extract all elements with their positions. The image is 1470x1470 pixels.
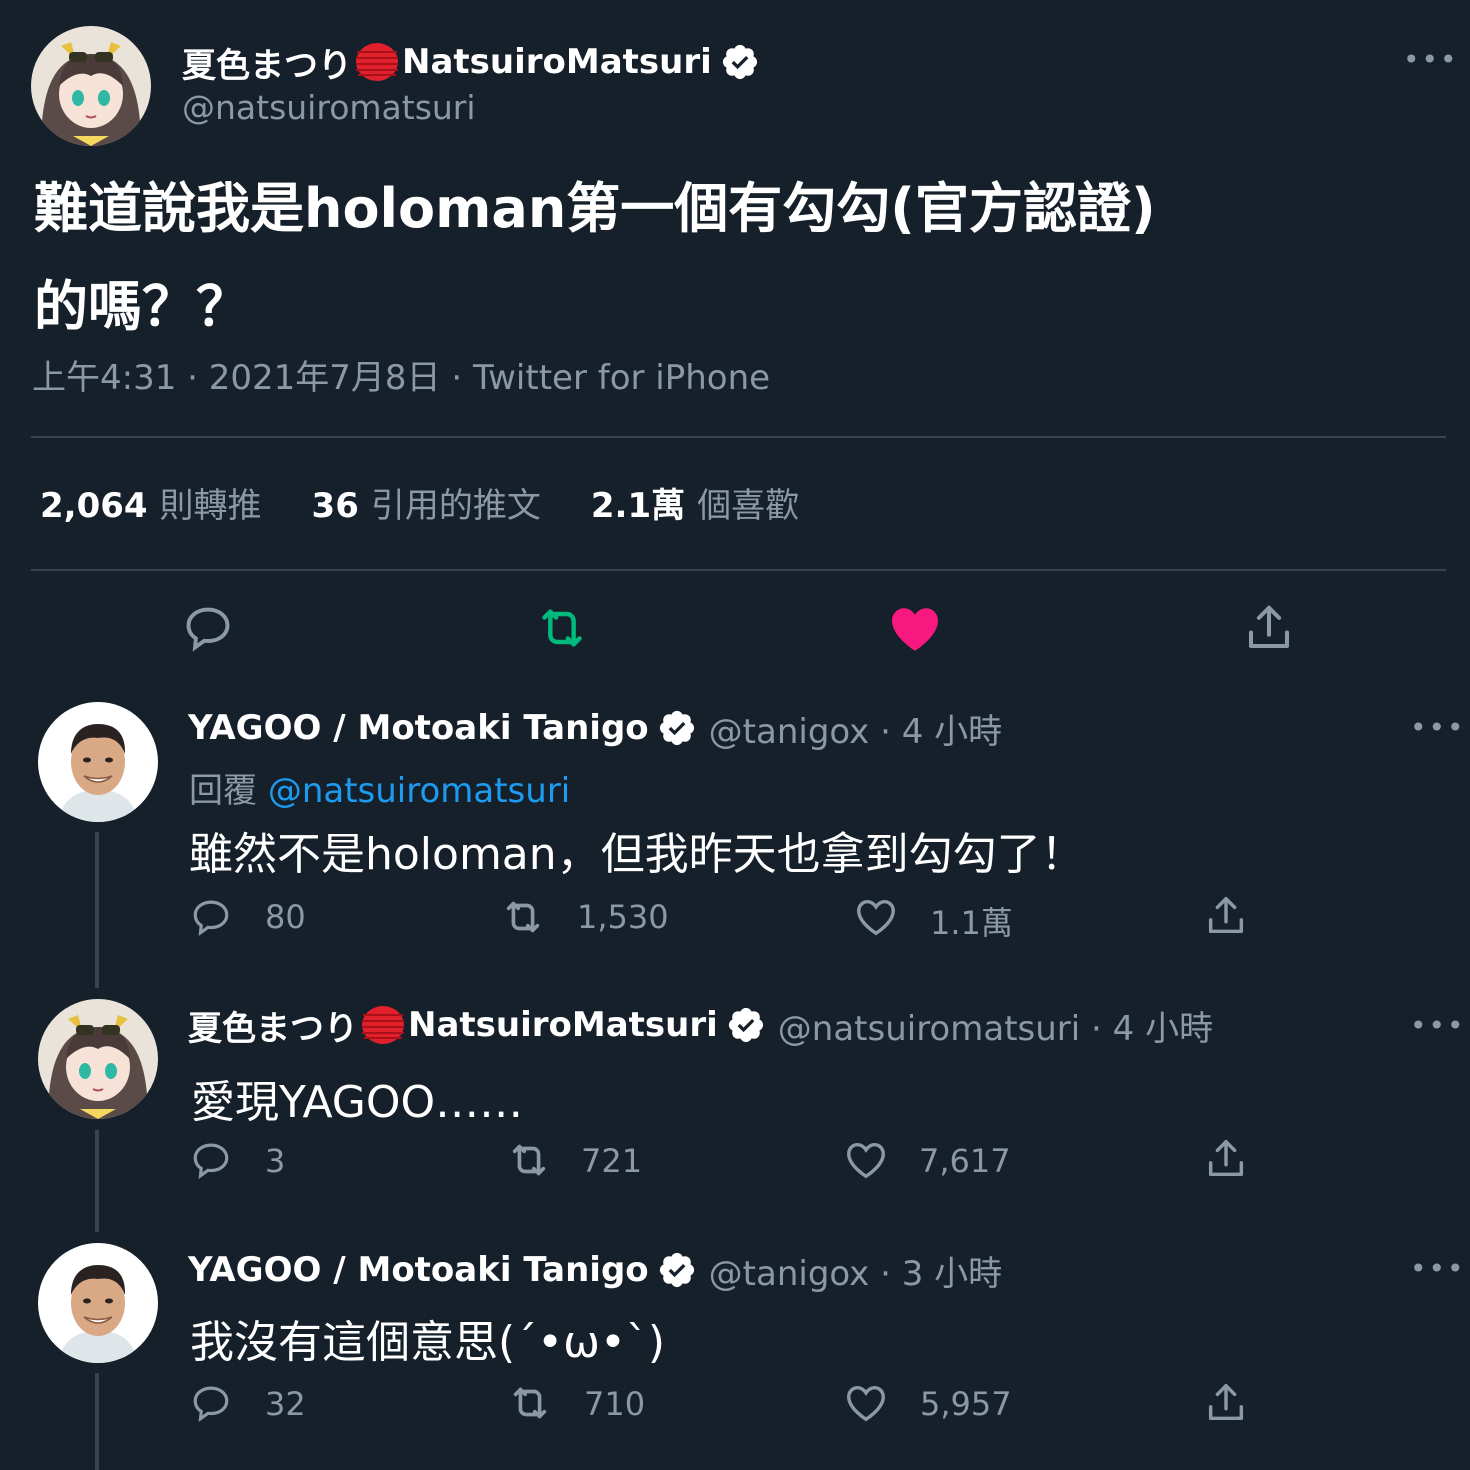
heart-icon [843, 1380, 889, 1426]
avatar-image [38, 999, 158, 1119]
heart-icon [843, 1137, 889, 1183]
likes-count: 2.1萬 [590, 486, 686, 526]
retweet-count: 721 [581, 1142, 643, 1180]
like-button[interactable] [843, 1137, 889, 1183]
more-options-icon[interactable]: ••• [1410, 1012, 1466, 1040]
reply-button[interactable] [190, 1138, 232, 1182]
retweet-arrows-icon [504, 1137, 554, 1183]
retweet-count: 710 [584, 1385, 646, 1423]
display-name-en: NatsuiroMatsuri [402, 42, 712, 82]
share-button[interactable] [1203, 1136, 1249, 1182]
thread-line [95, 832, 99, 988]
speech-bubble-icon [190, 1381, 232, 1425]
avatar-image [31, 26, 151, 146]
more-options-icon[interactable]: ••• [1403, 46, 1459, 74]
reply-button[interactable] [190, 895, 232, 939]
reply-header: YAGOO / Motoaki Tanigo @tanigox · 4 小時 [188, 703, 1002, 753]
reply-count: 32 [265, 1385, 306, 1423]
like-count: 1.1萬 [930, 904, 1013, 942]
reply-handle-time[interactable]: @tanigox · 3 小時 [709, 1246, 1002, 1295]
avatar-image [38, 1243, 158, 1363]
retweet-count: 1,530 [577, 898, 669, 936]
avatar[interactable] [31, 26, 151, 146]
quotes-stat[interactable]: 36 引用的推文 [312, 478, 541, 527]
reply-header: 夏色まつり NatsuiroMatsuri @natsuiromatsuri ·… [188, 1000, 1213, 1050]
share-upload-icon [1203, 1380, 1249, 1426]
retweet-button[interactable] [505, 1380, 555, 1426]
reply-display-name-en[interactable]: NatsuiroMatsuri [408, 1005, 718, 1045]
like-button[interactable] [843, 1380, 889, 1426]
tweet-text-line-2: 的嗎？？ [34, 275, 250, 338]
retweet-button[interactable] [532, 600, 592, 656]
speech-bubble-icon [190, 1138, 232, 1182]
share-button[interactable] [1242, 600, 1296, 656]
likes-label: 個喜歡 [697, 486, 800, 526]
replying-to-label: 回覆 [189, 771, 257, 811]
author-display-name[interactable]: 夏色まつり NatsuiroMatsuri [182, 37, 760, 87]
like-button[interactable] [886, 600, 944, 658]
more-options-icon[interactable]: ••• [1410, 714, 1466, 742]
heart-icon [886, 600, 944, 658]
reply-handle-time[interactable]: @tanigox · 4 小時 [709, 704, 1002, 753]
like-button[interactable] [853, 894, 899, 940]
heart-icon [853, 894, 899, 940]
speech-bubble-icon [182, 602, 234, 654]
likes-stat[interactable]: 2.1萬 個喜歡 [591, 478, 799, 527]
tweet-stats: 2,064 則轉推 36 引用的推文 2.1萬 個喜歡 [40, 478, 799, 527]
speech-bubble-icon [190, 895, 232, 939]
verified-badge-icon [657, 708, 697, 748]
share-upload-icon [1203, 893, 1249, 939]
thread-line [95, 1373, 99, 1470]
replying-to: 回覆 @natsuiromatsuri [189, 763, 570, 812]
retweet-arrows-icon [532, 600, 592, 656]
reply-text: 我沒有這個意思(´•ω•`) [190, 1317, 666, 1368]
display-name-jp: 夏色まつり [182, 45, 352, 86]
reply-display-name[interactable]: YAGOO / Motoaki Tanigo [188, 1250, 649, 1290]
reply-button[interactable] [190, 1381, 232, 1425]
verified-badge-icon [726, 1005, 766, 1045]
reply-handle-time[interactable]: @natsuiromatsuri · 4 小時 [778, 1001, 1213, 1050]
retweet-arrows-icon [498, 894, 548, 940]
avatar[interactable] [38, 1243, 158, 1363]
share-upload-icon [1203, 1136, 1249, 1182]
retweets-label: 則轉推 [159, 486, 262, 526]
reply-header: YAGOO / Motoaki Tanigo @tanigox · 3 小時 [188, 1245, 1002, 1295]
reply-display-name-jp[interactable]: 夏色まつり [188, 1001, 358, 1050]
reply-count: 80 [265, 898, 306, 936]
share-button[interactable] [1203, 1380, 1249, 1426]
share-button[interactable] [1203, 893, 1249, 939]
reply-button[interactable] [182, 602, 234, 654]
share-upload-icon [1242, 600, 1296, 656]
reply-count: 3 [265, 1142, 286, 1180]
reply-text: 雖然不是holoman，但我昨天也拿到勾勾了！ [189, 829, 1085, 880]
retweet-button[interactable] [504, 1137, 554, 1183]
avatar[interactable] [38, 999, 158, 1119]
like-count: 7,617 [919, 1142, 1011, 1180]
quotes-label: 引用的推文 [370, 486, 541, 526]
red-circle-flag-icon [354, 42, 400, 82]
tweet-text-line-1: 難道說我是holoman第一個有勾勾(官方認證) [34, 177, 1156, 240]
retweets-count: 2,064 [40, 486, 148, 526]
divider [31, 436, 1446, 438]
retweets-stat[interactable]: 2,064 則轉推 [40, 478, 262, 527]
verified-badge-icon [657, 1250, 697, 1290]
retweet-button[interactable] [498, 894, 548, 940]
quotes-count: 36 [311, 486, 359, 526]
verified-badge-icon [720, 42, 760, 82]
reply-text: 愛現YAGOO…… [191, 1077, 524, 1128]
red-circle-flag-icon [360, 1005, 406, 1045]
more-options-icon[interactable]: ••• [1410, 1255, 1466, 1283]
avatar[interactable] [38, 702, 158, 822]
retweet-arrows-icon [505, 1380, 555, 1426]
thread-line [95, 1130, 99, 1232]
avatar-image [38, 702, 158, 822]
tweet-text: 難道說我是holoman第一個有勾勾(官方認證) 的嗎？？ [34, 160, 1314, 356]
author-handle[interactable]: @natsuiromatsuri [182, 88, 476, 127]
reply-display-name[interactable]: YAGOO / Motoaki Tanigo [188, 708, 649, 748]
divider [31, 569, 1446, 571]
tweet-timestamp-source[interactable]: 上午4:31 · 2021年7月8日 · Twitter for iPhone [32, 350, 770, 399]
replying-to-mention[interactable]: @natsuiromatsuri [268, 771, 570, 811]
like-count: 5,957 [920, 1385, 1012, 1423]
